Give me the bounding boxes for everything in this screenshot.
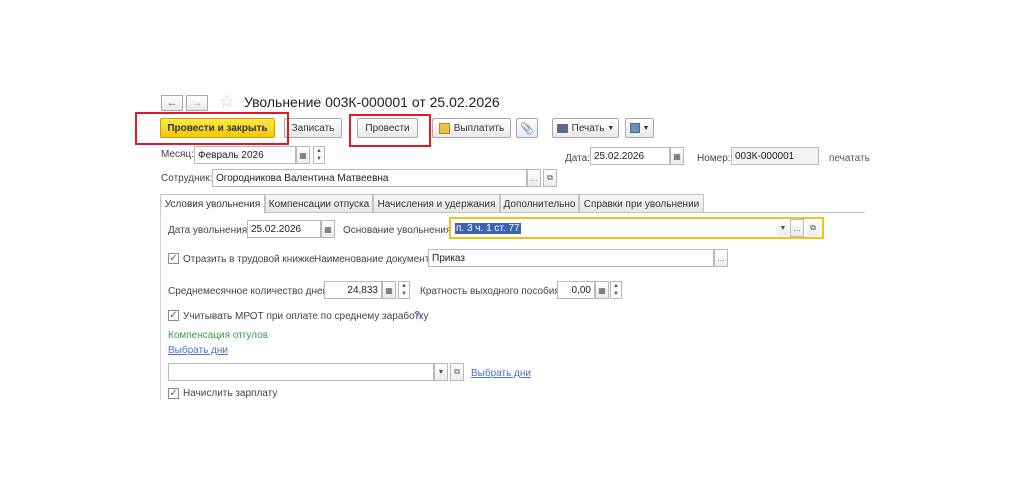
highlight-box-post-close <box>135 112 289 145</box>
reflect-workbook-label: Отразить в трудовой книжке <box>183 254 315 265</box>
calculator-icon: ▦ <box>598 285 606 295</box>
severance-label: Кратность выходного пособия: <box>420 286 563 297</box>
accrue-salary-label: Начислить зарплату <box>183 388 278 399</box>
accrue-salary-checkbox[interactable]: ✓ <box>168 388 179 399</box>
highlight-box-post <box>349 114 431 147</box>
tab-panel-left-border <box>160 212 161 400</box>
basis-select-button[interactable]: … <box>790 219 804 237</box>
basis-label: Основание увольнения: <box>343 225 455 236</box>
month-label: Месяц: <box>161 149 194 160</box>
basis-open-button[interactable]: ⧉ <box>806 219 820 237</box>
page-title: Увольнение 003К-000001 от 25.02.2026 <box>244 94 500 110</box>
select-days-link[interactable]: Выбрать дни <box>168 345 228 356</box>
month-stepper[interactable]: ▲ ▼ <box>313 146 325 164</box>
basis-field[interactable]: п. 3 ч. 1 ст. 77 <box>451 219 776 237</box>
employee-label: Сотрудник: <box>161 173 213 184</box>
basis-dropdown-button[interactable]: ▼ <box>776 219 790 237</box>
compensation-heading: Компенсация отгулов <box>168 330 268 341</box>
spin-down-icon: ▼ <box>613 291 619 297</box>
severance-field[interactable]: 0,00 <box>557 281 595 299</box>
number-label: Номер: <box>697 153 731 164</box>
avg-days-calc-button[interactable]: ▦ <box>382 281 396 299</box>
chevron-down-icon: ▼ <box>642 124 650 132</box>
spin-down-icon: ▼ <box>401 291 407 297</box>
spin-up-icon: ▲ <box>401 283 407 289</box>
ellipsis-icon: … <box>717 253 725 263</box>
back-button[interactable]: ← <box>161 95 183 111</box>
employee-field[interactable]: Огородникова Валентина Матвеевна <box>212 169 527 187</box>
save-button[interactable]: Записать <box>284 118 342 138</box>
employee-select-button[interactable]: … <box>527 169 541 187</box>
doc-name-label: Наименование документа: <box>314 254 438 265</box>
time-off-dropdown-button[interactable]: ▼ <box>434 363 448 381</box>
pay-button-label: Выплатить <box>453 122 505 134</box>
tab-panel-divider <box>265 212 865 213</box>
mrot-label: Учитывать МРОТ при оплате по среднему за… <box>183 311 429 322</box>
open-link-icon: ⧉ <box>810 223 816 232</box>
select-days-link-2[interactable]: Выбрать дни <box>471 368 531 379</box>
more-actions-button[interactable]: ▼ <box>625 118 654 138</box>
arrow-right-icon: → <box>191 97 203 109</box>
calculator-icon: ▦ <box>385 285 393 295</box>
open-link-icon: ⧉ <box>547 173 553 182</box>
forward-button[interactable]: → <box>186 95 208 111</box>
dismissal-date-calendar-button[interactable]: ▦ <box>321 220 335 238</box>
printer-icon <box>556 123 568 133</box>
tab-dismissal-conditions[interactable]: Условия увольнения <box>160 194 265 214</box>
basis-field-selected-text: п. 3 ч. 1 ст. 77 <box>455 222 521 234</box>
date-calendar-button[interactable]: ▦ <box>670 147 684 165</box>
severance-stepper[interactable]: ▲ ▼ <box>610 281 622 299</box>
favorite-star-icon[interactable]: ☆ <box>219 92 234 112</box>
pay-icon <box>438 122 450 134</box>
time-off-select-field[interactable] <box>168 363 434 381</box>
date-field[interactable]: 25.02.2026 <box>590 147 670 165</box>
spin-up-icon: ▲ <box>613 283 619 289</box>
chevron-down-icon: ▼ <box>437 368 445 376</box>
time-off-open-button[interactable]: ⧉ <box>450 363 464 381</box>
mrot-checkbox[interactable]: ✓ <box>168 310 179 321</box>
calendar-button[interactable]: ▦ <box>296 146 310 164</box>
spin-down-icon: ▼ <box>316 156 322 162</box>
attach-button[interactable]: 📎 <box>516 118 538 138</box>
paperclip-icon: 📎 <box>520 122 534 135</box>
date-label: Дата: <box>565 153 590 164</box>
tab-accruals-deductions[interactable]: Начисления и удержания <box>373 194 500 213</box>
month-field[interactable]: Февраль 2026 <box>194 146 296 164</box>
print-button[interactable]: Печать ▼ <box>552 118 619 138</box>
chevron-down-icon: ▼ <box>779 224 787 232</box>
severance-calc-button[interactable]: ▦ <box>595 281 609 299</box>
tab-vacation-compensation[interactable]: Компенсации отпуска <box>265 194 373 213</box>
avg-days-field[interactable]: 24,833 <box>324 281 382 299</box>
calendar-icon: ▦ <box>673 151 681 161</box>
arrow-left-icon: ← <box>166 97 178 109</box>
avg-days-label: Среднемесячное количество дней: <box>168 286 331 297</box>
number-field[interactable]: 003К-000001 <box>731 147 819 165</box>
print-button-label: Печать <box>571 122 605 134</box>
avg-days-stepper[interactable]: ▲ ▼ <box>398 281 410 299</box>
open-link-icon: ⧉ <box>454 367 460 376</box>
ellipsis-icon: … <box>530 173 538 183</box>
doc-name-field[interactable]: Приказ <box>428 249 714 267</box>
calendar-icon: ▦ <box>299 150 307 160</box>
dismissal-date-label: Дата увольнения: <box>168 225 250 236</box>
document-action-icon <box>629 123 640 133</box>
dismissal-date-field[interactable]: 25.02.2026 <box>247 220 321 238</box>
chevron-down-icon: ▼ <box>607 124 615 132</box>
reflect-workbook-checkbox[interactable]: ✓ <box>168 253 179 264</box>
mrot-help-icon[interactable]: ? <box>414 310 420 321</box>
spin-up-icon: ▲ <box>316 148 322 154</box>
tab-additional[interactable]: Дополнительно <box>500 194 579 213</box>
tab-dismissal-certificates[interactable]: Справки при увольнении <box>579 194 704 213</box>
employee-open-button[interactable]: ⧉ <box>543 169 557 187</box>
ellipsis-icon: … <box>793 223 801 233</box>
doc-name-select-button[interactable]: … <box>714 249 728 267</box>
pay-button[interactable]: Выплатить <box>432 118 511 138</box>
calendar-icon: ▦ <box>324 224 332 234</box>
print-link[interactable]: печатать <box>829 153 870 164</box>
